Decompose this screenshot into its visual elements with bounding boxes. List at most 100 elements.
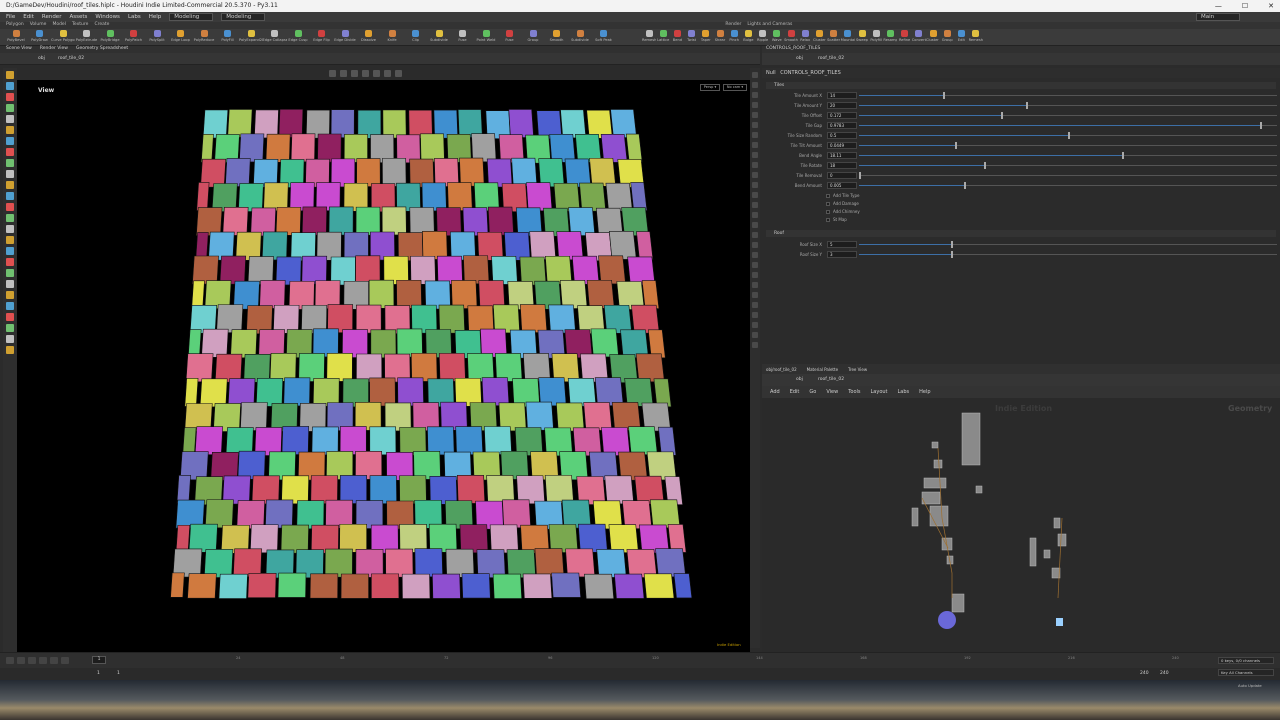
param-path-obj[interactable]: obj bbox=[796, 56, 803, 61]
param-toggle[interactable]: Add Tile Type bbox=[826, 193, 859, 199]
shelf-tool[interactable]: Cluster Points bbox=[926, 30, 940, 42]
param-value-field[interactable]: 3 bbox=[827, 251, 857, 258]
minimize-button[interactable]: — bbox=[1215, 0, 1222, 12]
display-option-icon[interactable] bbox=[752, 142, 758, 148]
net-path-obj[interactable]: obj bbox=[796, 377, 803, 382]
current-frame-field[interactable]: 1 bbox=[92, 656, 106, 664]
display-option-icon[interactable] bbox=[752, 102, 758, 108]
slider-handle[interactable] bbox=[1026, 102, 1029, 109]
param-value-field[interactable]: 0.172 bbox=[827, 112, 857, 119]
node-name[interactable]: CONTROLS_ROOF_TILES bbox=[780, 70, 840, 76]
network-node[interactable] bbox=[933, 459, 943, 469]
slider-handle[interactable] bbox=[950, 241, 953, 248]
param-slider[interactable] bbox=[859, 122, 1277, 129]
tab-network[interactable]: obj/roof_tile_02 bbox=[766, 367, 797, 372]
display-option-icon[interactable] bbox=[752, 192, 758, 198]
param-slider[interactable] bbox=[859, 182, 1277, 189]
stop-button[interactable] bbox=[28, 657, 36, 664]
display-option-icon[interactable] bbox=[752, 72, 758, 78]
folder-roof[interactable]: Roof bbox=[766, 230, 1276, 237]
net-menu-view[interactable]: View bbox=[826, 389, 838, 395]
display-option-icon[interactable] bbox=[752, 332, 758, 338]
display-option-icon[interactable] bbox=[752, 82, 758, 88]
param-value-field[interactable]: 0.0449 bbox=[827, 142, 857, 149]
output-node[interactable] bbox=[1056, 618, 1063, 626]
display-option-icon[interactable] bbox=[752, 262, 758, 268]
display-option-icon[interactable] bbox=[752, 312, 758, 318]
display-option-icon[interactable] bbox=[752, 162, 758, 168]
param-slider[interactable] bbox=[859, 132, 1277, 139]
network-node[interactable] bbox=[911, 507, 919, 527]
auto-update-menu[interactable]: Auto Update bbox=[1238, 683, 1262, 688]
jump-end-button[interactable] bbox=[61, 657, 69, 664]
param-slider[interactable] bbox=[859, 152, 1277, 159]
tab-parameters[interactable]: CONTROLS_ROOF_TILES bbox=[766, 46, 820, 51]
shelf-tool[interactable]: Cluster bbox=[812, 30, 826, 42]
slider-handle[interactable] bbox=[1001, 112, 1004, 119]
slider-handle[interactable] bbox=[1260, 122, 1263, 129]
net-menu-go[interactable]: Go bbox=[809, 389, 816, 395]
shelf-tool[interactable]: Sweep bbox=[855, 30, 869, 42]
display-option-icon[interactable] bbox=[752, 172, 758, 178]
net-menu-layout[interactable]: Layout bbox=[871, 389, 888, 395]
shelf-tool[interactable]: Convert bbox=[912, 30, 926, 42]
network-node[interactable] bbox=[975, 485, 983, 494]
display-option-icon[interactable] bbox=[752, 302, 758, 308]
network-node[interactable] bbox=[1057, 533, 1067, 547]
param-value-field[interactable]: 0.5 bbox=[827, 132, 857, 139]
param-value-field[interactable]: 18 bbox=[827, 162, 857, 169]
param-value-field[interactable]: 14 bbox=[827, 92, 857, 99]
param-slider[interactable] bbox=[859, 172, 1277, 179]
network-node[interactable] bbox=[951, 593, 965, 613]
network-node[interactable] bbox=[923, 477, 947, 489]
folder-tiles[interactable]: Tiles bbox=[766, 82, 1276, 89]
display-option-icon[interactable] bbox=[752, 292, 758, 298]
param-toggle[interactable]: Add Damage bbox=[826, 201, 859, 207]
shelf-tool[interactable]: Polyfill bbox=[869, 30, 883, 42]
network-node[interactable] bbox=[931, 441, 939, 449]
play-button[interactable] bbox=[39, 657, 47, 664]
param-toggle[interactable]: St Map bbox=[826, 217, 847, 223]
network-node[interactable] bbox=[929, 505, 949, 527]
tab-tree-view[interactable]: Tree View bbox=[848, 367, 867, 372]
param-slider[interactable] bbox=[859, 251, 1277, 258]
shelf-tool[interactable]: Scatter bbox=[827, 30, 841, 42]
display-option-icon[interactable] bbox=[752, 342, 758, 348]
display-option-icon[interactable] bbox=[752, 182, 758, 188]
display-option-icon[interactable] bbox=[752, 242, 758, 248]
shelf-tool[interactable]: Mountain bbox=[841, 30, 855, 42]
display-option-icon[interactable] bbox=[752, 232, 758, 238]
shelf-tool[interactable]: Resample bbox=[883, 30, 897, 42]
slider-handle[interactable] bbox=[942, 92, 945, 99]
network-node[interactable] bbox=[1053, 517, 1061, 529]
param-value-field[interactable]: 0 bbox=[827, 172, 857, 179]
main-dropdown[interactable]: Main bbox=[1196, 13, 1240, 21]
display-option-icon[interactable] bbox=[752, 92, 758, 98]
slider-handle[interactable] bbox=[984, 162, 987, 169]
param-slider[interactable] bbox=[859, 142, 1277, 149]
checkbox-icon[interactable] bbox=[826, 202, 830, 206]
shelf-tool[interactable]: Remesh bbox=[969, 30, 983, 42]
end-frame[interactable]: 240 bbox=[1140, 671, 1149, 676]
net-menu-labs[interactable]: Labs bbox=[898, 389, 910, 395]
display-option-icon[interactable] bbox=[752, 222, 758, 228]
param-path-node[interactable]: roof_tile_02 bbox=[818, 56, 844, 61]
start-frame[interactable]: 1 bbox=[97, 671, 100, 676]
net-menu-help[interactable]: Help bbox=[919, 389, 930, 395]
tab-material-palette[interactable]: Material Palette bbox=[807, 367, 838, 372]
network-node[interactable] bbox=[921, 491, 941, 505]
shelf-tool[interactable]: Smooth bbox=[784, 30, 798, 42]
checkbox-icon[interactable] bbox=[826, 210, 830, 214]
display-option-icon[interactable] bbox=[752, 112, 758, 118]
step-back-button[interactable] bbox=[17, 657, 25, 664]
display-option-icon[interactable] bbox=[752, 272, 758, 278]
slider-handle[interactable] bbox=[955, 142, 958, 149]
param-value-field[interactable]: 20 bbox=[827, 102, 857, 109]
param-slider[interactable] bbox=[859, 162, 1277, 169]
display-option-icon[interactable] bbox=[752, 202, 758, 208]
slider-handle[interactable] bbox=[950, 251, 953, 258]
slider-handle[interactable] bbox=[1122, 152, 1125, 159]
slider-handle[interactable] bbox=[963, 182, 966, 189]
param-slider[interactable] bbox=[859, 102, 1277, 109]
slider-handle[interactable] bbox=[1068, 132, 1070, 139]
